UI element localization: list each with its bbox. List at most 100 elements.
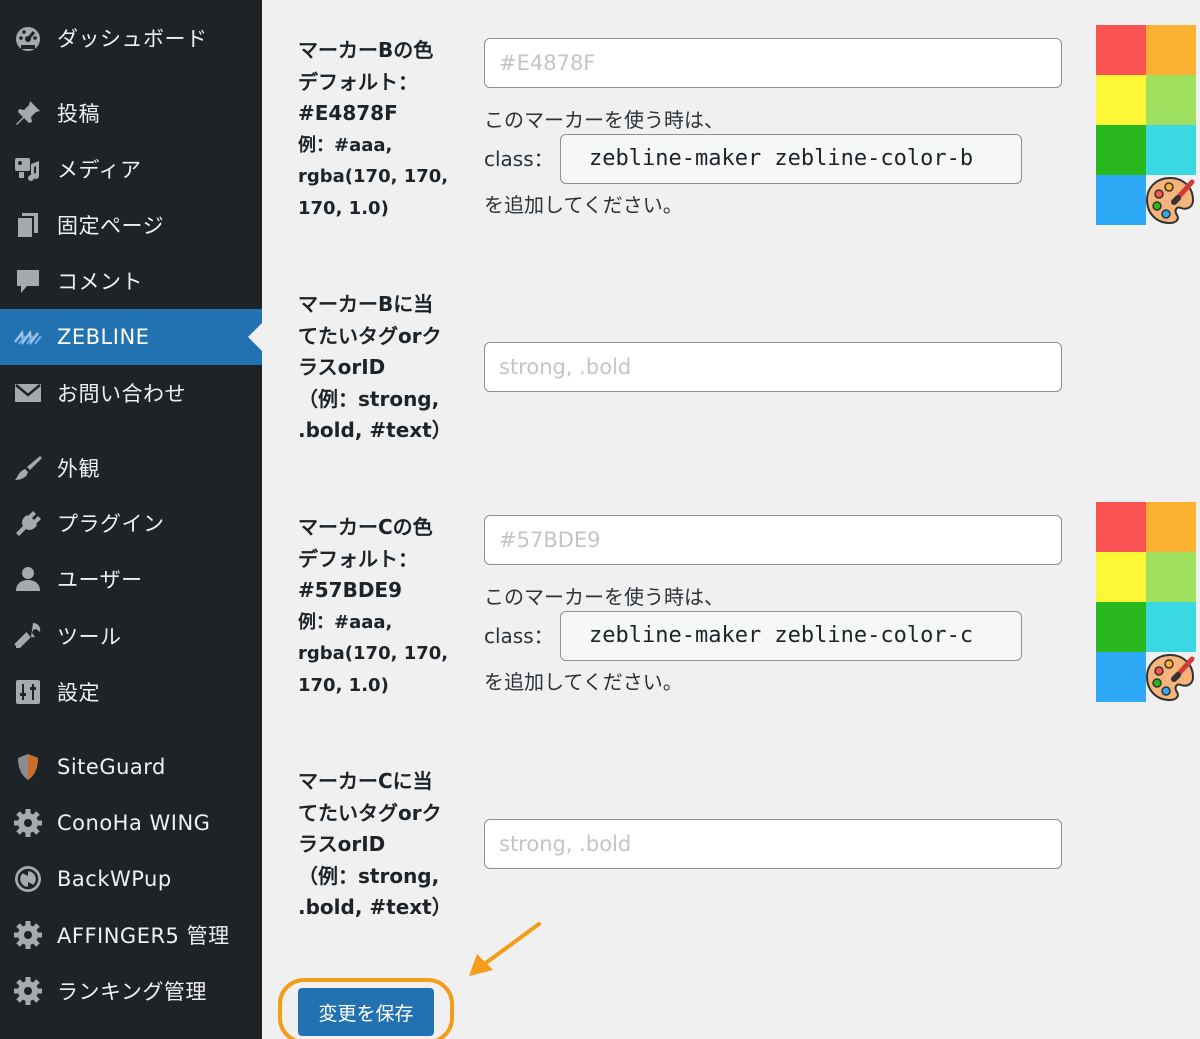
shield-icon <box>12 751 44 783</box>
menu-label: 設定 <box>57 681 100 705</box>
comment-icon <box>12 265 44 297</box>
gear-icon <box>12 807 44 839</box>
marker-c-class-code[interactable]: zebline-maker zebline-color-c <box>560 611 1022 661</box>
marker-c-desc-before: このマーカーを使う時は、 <box>484 585 724 609</box>
menu-item-tools[interactable]: ツール <box>0 608 262 664</box>
menu-item-appearance[interactable]: 外観 <box>0 440 262 496</box>
palette-green[interactable] <box>1096 602 1146 652</box>
palette-lightgreen[interactable] <box>1146 75 1196 125</box>
label-line: マーカーCに当 <box>298 769 433 793</box>
menu-label: ユーザー <box>57 568 143 592</box>
palette-blue[interactable] <box>1096 652 1146 702</box>
hint-line: 170, 1.0) <box>298 197 389 219</box>
settings-sliders-icon <box>12 676 44 708</box>
palette-yellow[interactable] <box>1096 552 1146 602</box>
label-line: .bold, #text） <box>298 418 452 442</box>
palette-orange[interactable] <box>1146 25 1196 75</box>
label-line: .bold, #text） <box>298 895 452 919</box>
menu-item-media[interactable]: メディア <box>0 141 262 197</box>
menu-item-conoha-wing[interactable]: ConoHa WING <box>0 795 262 851</box>
label-line: ラスorID <box>298 355 386 379</box>
palette-cyan[interactable] <box>1146 602 1196 652</box>
menu-label: ランキング管理 <box>57 980 207 1004</box>
label-line: （例：strong, <box>298 386 440 411</box>
menu-item-settings[interactable]: 設定 <box>0 664 262 720</box>
menu-label: BackWPup <box>57 867 172 891</box>
admin-sidebar: ダッシュボード 投稿 メディア 固定ページ コメント ZEBLINE お問い合わ… <box>0 0 262 1039</box>
menu-label: ダッシュボード <box>57 27 208 51</box>
pages-icon <box>12 209 44 241</box>
gear-icon <box>12 919 44 951</box>
marker-c-color-palette[interactable] <box>1096 502 1196 703</box>
palette-red[interactable] <box>1096 502 1146 552</box>
menu-label: 外観 <box>57 457 100 481</box>
marker-c-class-label: class： <box>484 624 554 648</box>
marker-c-color-input[interactable] <box>484 515 1062 565</box>
dashboard-icon <box>12 22 44 54</box>
brush-icon <box>12 452 44 484</box>
menu-item-users[interactable]: ユーザー <box>0 551 262 607</box>
menu-item-zebline[interactable]: ZEBLINE <box>0 309 262 365</box>
menu-label: お問い合わせ <box>57 382 186 406</box>
menu-label: ConoHa WING <box>57 811 211 835</box>
marker-c-target-input[interactable] <box>484 819 1062 869</box>
label-line: デフォルト： <box>298 546 418 571</box>
hint-line: 例：#aaa, <box>298 611 393 633</box>
menu-item-plugins[interactable]: プラグイン <box>0 495 262 551</box>
pin-icon <box>12 97 44 129</box>
hint-line: rgba(170, 170, <box>298 166 449 187</box>
palette-lightgreen[interactable] <box>1146 552 1196 602</box>
menu-item-comments[interactable]: コメント <box>0 253 262 309</box>
marker-b-target-input[interactable] <box>484 342 1062 392</box>
hint-line: 例：#aaa, <box>298 134 393 156</box>
label-line: てたいタグorク <box>298 323 442 348</box>
label-line: マーカーBに当 <box>298 292 434 316</box>
palette-blue[interactable] <box>1096 175 1146 225</box>
menu-item-affinger5[interactable]: AFFINGER5 管理 <box>0 907 262 963</box>
palette-orange[interactable] <box>1146 502 1196 552</box>
arrow-annotation-icon <box>469 922 541 976</box>
menu-item-ranking[interactable]: ランキング管理 <box>0 963 262 1019</box>
menu-item-dashboard[interactable]: ダッシュボード <box>0 10 262 66</box>
marker-b-color-label: マーカーBの色 デフォルト： #E4878F 例：#aaa, rgba(170,… <box>298 35 458 224</box>
label-line: マーカーCの色 <box>298 515 433 539</box>
menu-item-siteguard[interactable]: SiteGuard <box>0 739 262 795</box>
label-line: （例：strong, <box>298 863 440 888</box>
paint-palette-icon[interactable] <box>1144 174 1196 226</box>
menu-item-contact[interactable]: お問い合わせ <box>0 365 262 421</box>
menu-item-backwpup[interactable]: BackWPup <box>0 851 262 907</box>
marker-b-color-palette[interactable] <box>1096 25 1196 226</box>
menu-label: メディア <box>57 158 142 182</box>
label-line: ラスorID <box>298 832 386 856</box>
menu-label: SiteGuard <box>57 755 166 779</box>
menu-label: コメント <box>57 270 143 294</box>
label-line: マーカーBの色 <box>298 38 434 62</box>
menu-item-posts[interactable]: 投稿 <box>0 85 262 141</box>
marker-b-class-code[interactable]: zebline-maker zebline-color-b <box>560 134 1022 184</box>
label-line: #E4878F <box>298 101 398 125</box>
marker-b-color-input[interactable] <box>484 38 1062 88</box>
paint-palette-icon[interactable] <box>1144 651 1196 703</box>
zebline-icon <box>12 321 44 353</box>
label-line: #57BDE9 <box>298 578 403 602</box>
mail-icon <box>12 377 44 409</box>
hint-line: 170, 1.0) <box>298 674 389 696</box>
menu-label: 投稿 <box>57 102 100 126</box>
label-line: てたいタグorク <box>298 800 442 825</box>
backup-icon <box>12 863 44 895</box>
menu-label: AFFINGER5 管理 <box>57 924 230 948</box>
save-button[interactable]: 変更を保存 <box>298 988 434 1036</box>
menu-label: 固定ページ <box>57 214 165 238</box>
marker-b-class-label: class： <box>484 147 554 171</box>
menu-item-pages[interactable]: 固定ページ <box>0 197 262 253</box>
user-icon <box>12 563 44 595</box>
palette-cyan[interactable] <box>1146 125 1196 175</box>
marker-b-desc-after: を追加してください。 <box>484 193 683 217</box>
palette-red[interactable] <box>1096 25 1146 75</box>
menu-label: ツール <box>57 625 122 649</box>
hint-line: rgba(170, 170, <box>298 643 449 664</box>
plugin-icon <box>12 507 44 539</box>
palette-yellow[interactable] <box>1096 75 1146 125</box>
palette-green[interactable] <box>1096 125 1146 175</box>
label-line: デフォルト： <box>298 69 418 94</box>
